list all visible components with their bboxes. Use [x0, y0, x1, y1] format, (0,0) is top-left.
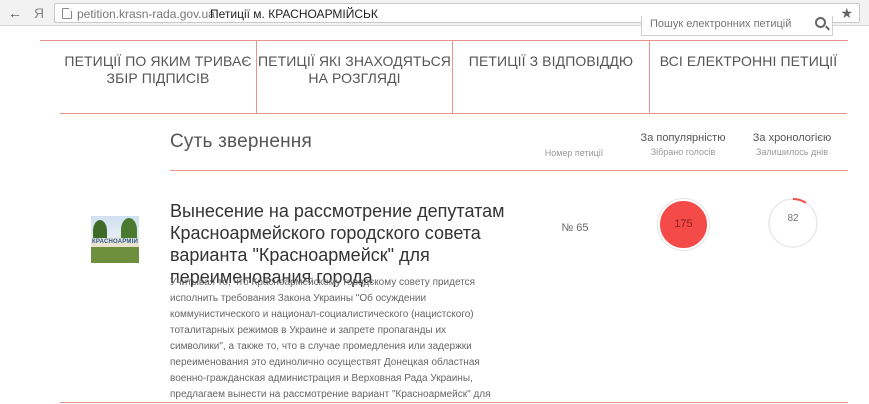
petition-tabs: ПЕТИЦІЇ ПО ЯКИМ ТРИВАЄ ЗБІР ПІДПИСІВ ПЕТ… [60, 41, 847, 113]
sort-by-chronology-label[interactable]: За хронологією [752, 132, 832, 144]
back-button[interactable]: ← [6, 4, 24, 22]
list-divider [170, 170, 848, 171]
petition-number: № 65 [561, 222, 589, 234]
days-left-value: 82 [787, 213, 799, 224]
petition-thumbnail[interactable]: КРАСНОАРМІЙ [91, 216, 139, 263]
column-header-number: Номер петиції [544, 148, 604, 158]
thumbnail-sign-text: КРАСНОАРМІЙ [91, 238, 139, 247]
reload-button[interactable]: Я [30, 4, 48, 22]
tab-collecting-signatures[interactable]: ПЕТИЦІЇ ПО ЯКИМ ТРИВАЄ ЗБІР ПІДПИСІВ [60, 41, 256, 113]
page-icon [62, 8, 72, 19]
column-header-subject: Суть звернення [170, 131, 312, 152]
tab-answered[interactable]: ПЕТИЦІЇ З ВІДПОВІДДЮ [453, 41, 650, 113]
sort-by-chronology[interactable]: За хронологією Залишилось днів [752, 132, 832, 157]
address-page-title: Петиції м. КРАСНОАРМІЙСЬК [210, 7, 378, 21]
sort-by-popularity-label[interactable]: За популярністю [640, 132, 726, 144]
list-bottom-divider [60, 402, 848, 403]
site-search[interactable] [641, 16, 833, 36]
tabs-divider [60, 113, 847, 114]
votes-count-badge: 175 [658, 199, 709, 250]
petition-description: Учитывая то, что Красноармейскому городс… [170, 277, 491, 400]
address-url[interactable]: petition.krasn-rada.gov.ua [77, 7, 215, 21]
bookmark-star-icon[interactable]: ★ [840, 5, 853, 22]
sort-by-popularity-sub: Зібрано голосів [650, 147, 716, 157]
days-left-badge: 82 [767, 197, 819, 249]
search-input[interactable] [650, 17, 810, 31]
tab-all-petitions[interactable]: ВСІ ЕЛЕКТРОННІ ПЕТИЦІЇ [650, 41, 847, 113]
sort-by-chronology-sub: Залишилось днів [755, 147, 829, 157]
tab-under-review[interactable]: ПЕТИЦІЇ ЯКІ ЗНАХОДЯТЬСЯ НА РОЗГЛЯДІ [256, 41, 453, 113]
search-icon[interactable] [815, 17, 826, 28]
sort-by-popularity[interactable]: За популярністю Зібрано голосів [640, 132, 726, 157]
